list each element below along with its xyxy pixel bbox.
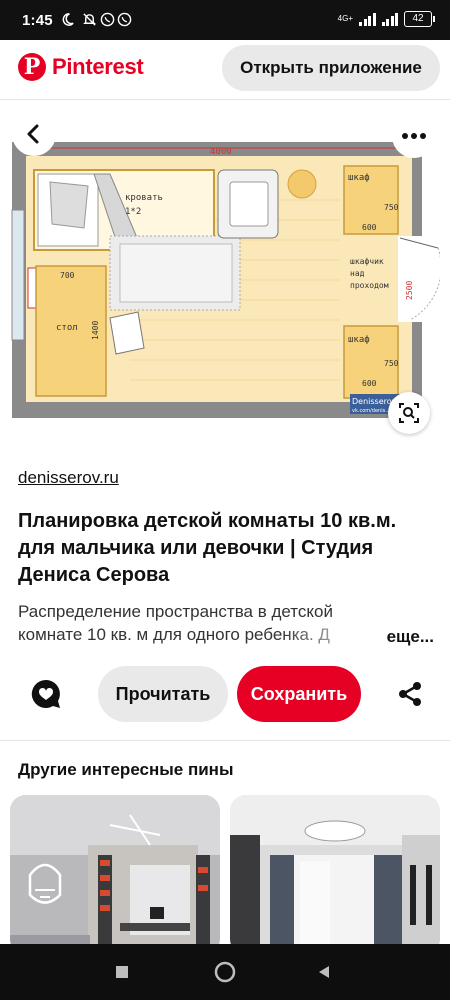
open-app-button[interactable]: Открыть приложение xyxy=(222,45,440,91)
signal-icon-2 xyxy=(381,12,398,26)
section-divider xyxy=(0,740,450,741)
related-pin-2[interactable] xyxy=(230,795,440,955)
pinterest-logo[interactable]: P Pinterest xyxy=(18,53,144,81)
desk-label: стол xyxy=(56,323,78,333)
visual-search-icon xyxy=(399,403,419,423)
moon-icon xyxy=(62,13,74,26)
cabinet-label-1: шкафчик xyxy=(350,257,384,266)
wardrobe-bottom-label: шкаф xyxy=(348,335,370,345)
viber-icon xyxy=(100,12,115,27)
plan-height-label: 2500 xyxy=(405,281,414,300)
wardrobe-top-label: шкаф xyxy=(348,173,370,183)
floor-plan-image[interactable]: 4000 кровать 1*2 шкаф 750 600 шкафчик на… xyxy=(10,140,440,420)
comment-icon[interactable] xyxy=(28,676,64,712)
viber-icon-2 xyxy=(117,12,132,27)
back-nav-button[interactable] xyxy=(310,958,338,986)
more-dots-icon xyxy=(402,133,426,139)
brand-name: Pinterest xyxy=(52,54,144,79)
more-description-link[interactable]: еще... xyxy=(387,627,434,647)
pinterest-logo-icon: P xyxy=(18,53,46,81)
related-pin-1[interactable] xyxy=(10,795,220,955)
chevron-left-icon xyxy=(27,124,39,144)
signal-icon xyxy=(359,12,376,26)
square-icon xyxy=(116,966,128,978)
triangle-back-icon xyxy=(319,966,329,978)
circle-icon xyxy=(214,961,236,983)
recent-apps-button[interactable] xyxy=(108,958,136,986)
wardrobe-top-depth: 750 xyxy=(384,203,399,212)
wardrobe-bottom-width: 600 xyxy=(362,379,377,388)
network-type: 4G+ xyxy=(337,14,353,23)
read-button[interactable]: Прочитать xyxy=(98,666,228,722)
pin-source-link[interactable]: denisserov.ru xyxy=(18,468,119,488)
top-bar: P Pinterest Открыть приложение xyxy=(0,40,450,100)
bed-label: кровать xyxy=(125,193,163,203)
wardrobe-bottom-depth: 750 xyxy=(384,359,399,368)
status-indicators: 4G+ 42 xyxy=(337,11,435,27)
cabinet-label-3: проходом xyxy=(350,281,389,290)
pin-title: Планировка детской комнаты 10 кв.м. для … xyxy=(18,510,397,586)
desk-width: 700 xyxy=(60,271,75,280)
pin-actions: Прочитать Сохранить xyxy=(0,666,450,724)
system-nav-bar xyxy=(0,944,450,1000)
visual-search-button[interactable] xyxy=(388,392,430,434)
more-options-button[interactable] xyxy=(392,114,436,158)
status-time: 1:45 xyxy=(22,12,53,29)
watermark-small: vk.com/denis... xyxy=(352,408,390,414)
description-fade xyxy=(280,624,390,650)
plan-width-label: 4000 xyxy=(210,147,232,157)
bed-size: 1*2 xyxy=(125,207,141,217)
status-bar: 1:45 4G+ 42 xyxy=(0,0,450,40)
cabinet-label-2: над xyxy=(350,269,365,278)
desk-length: 1400 xyxy=(91,321,100,340)
back-button[interactable] xyxy=(12,112,56,156)
related-pins-title: Другие интересные пины xyxy=(18,760,234,779)
wardrobe-top-width: 600 xyxy=(362,223,377,232)
save-button[interactable]: Сохранить xyxy=(237,666,361,722)
battery-indicator: 42 xyxy=(404,11,435,27)
share-icon[interactable] xyxy=(396,680,424,708)
home-button[interactable] xyxy=(211,958,239,986)
bell-off-icon xyxy=(83,13,96,26)
